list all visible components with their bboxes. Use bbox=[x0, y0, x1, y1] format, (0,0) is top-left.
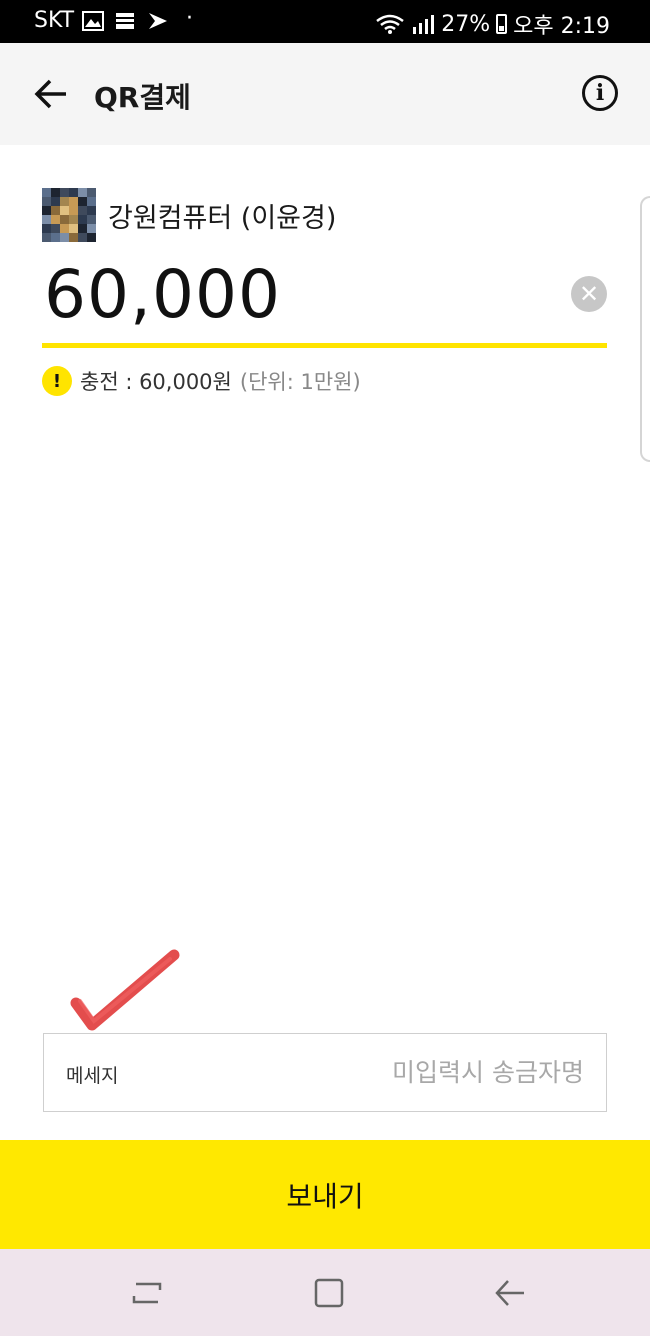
navigation-bar bbox=[0, 1249, 650, 1336]
recipient-name: 강원컴퓨터 (이윤경) bbox=[108, 202, 337, 234]
avatar-pixel bbox=[51, 197, 60, 206]
avatar-pixel bbox=[87, 188, 96, 197]
image-icon bbox=[82, 11, 104, 31]
home-icon bbox=[314, 1278, 344, 1308]
avatar bbox=[42, 188, 96, 242]
avatar-pixel bbox=[60, 206, 69, 215]
avatar-pixel bbox=[51, 206, 60, 215]
avatar-pixel bbox=[87, 233, 96, 242]
avatar-pixel bbox=[78, 215, 87, 224]
avatar-pixel bbox=[42, 224, 51, 233]
carrier-label: SKT bbox=[34, 8, 75, 33]
recent-apps-button[interactable] bbox=[125, 1271, 169, 1315]
avatar-pixel bbox=[51, 188, 60, 197]
charge-notice: ! 충전 : 60,000원 (단위: 1만원) bbox=[42, 366, 361, 396]
battery-percent: 27% bbox=[441, 11, 491, 37]
amount-value[interactable]: 60,000 bbox=[44, 256, 281, 333]
send-button[interactable]: 보내기 bbox=[0, 1140, 650, 1249]
back-icon bbox=[495, 1280, 524, 1306]
avatar-pixel bbox=[51, 233, 60, 242]
status-bar: SKT · 27% 오후 2:19 bbox=[0, 0, 650, 43]
avatar-pixel bbox=[60, 197, 69, 206]
avatar-pixel bbox=[51, 215, 60, 224]
avatar-pixel bbox=[87, 206, 96, 215]
avatar-pixel bbox=[60, 233, 69, 242]
avatar-pixel bbox=[78, 197, 87, 206]
avatar-pixel bbox=[42, 188, 51, 197]
avatar-pixel bbox=[69, 206, 78, 215]
avatar-pixel bbox=[42, 233, 51, 242]
charge-amount-text: 충전 : 60,000원 bbox=[80, 370, 232, 394]
avatar-pixel bbox=[87, 215, 96, 224]
clock: 오후 2:19 bbox=[513, 14, 610, 39]
page-title: QR결제 bbox=[94, 81, 191, 114]
recipient-row: 강원컴퓨터 (이윤경) bbox=[42, 188, 336, 242]
avatar-pixel bbox=[78, 206, 87, 215]
charge-unit-text: (단위: 1만원) bbox=[239, 370, 361, 394]
battery-icon bbox=[496, 14, 508, 34]
close-icon: ✕ bbox=[578, 280, 600, 308]
avatar-pixel bbox=[60, 224, 69, 233]
status-dot: · bbox=[186, 6, 193, 31]
system-back-button[interactable] bbox=[488, 1271, 532, 1315]
avatar-pixel bbox=[69, 197, 78, 206]
warning-icon: ! bbox=[42, 366, 72, 396]
back-button[interactable] bbox=[30, 73, 72, 115]
avatar-pixel bbox=[42, 215, 51, 224]
avatar-pixel bbox=[69, 233, 78, 242]
wifi-icon bbox=[376, 14, 404, 34]
avatar-pixel bbox=[78, 224, 87, 233]
message-field[interactable]: 메세지 bbox=[43, 1033, 607, 1112]
avatar-pixel bbox=[69, 188, 78, 197]
avatar-pixel bbox=[87, 224, 96, 233]
spreadsheet-icon bbox=[116, 13, 134, 29]
avatar-pixel bbox=[42, 206, 51, 215]
red-check-mark-icon bbox=[70, 949, 180, 1031]
info-icon: i bbox=[595, 80, 605, 106]
avatar-pixel bbox=[87, 197, 96, 206]
status-right-group: 27% 오후 2:19 bbox=[375, 8, 610, 40]
avatar-pixel bbox=[69, 215, 78, 224]
app-bar: QR결제 i bbox=[0, 43, 650, 145]
amount-field[interactable]: 60,000 ✕ bbox=[42, 250, 607, 348]
avatar-pixel bbox=[60, 188, 69, 197]
signal-icon bbox=[413, 15, 435, 34]
info-button[interactable]: i bbox=[582, 75, 618, 111]
recent-apps-icon bbox=[132, 1282, 162, 1304]
message-label: 메세지 bbox=[66, 1065, 119, 1087]
home-button[interactable] bbox=[306, 1271, 350, 1315]
avatar-pixel bbox=[78, 188, 87, 197]
clear-amount-button[interactable]: ✕ bbox=[571, 276, 607, 312]
avatar-pixel bbox=[42, 197, 51, 206]
arrow-left-icon bbox=[34, 79, 66, 109]
edge-panel-handle[interactable] bbox=[640, 196, 650, 462]
avatar-pixel bbox=[69, 224, 78, 233]
avatar-pixel bbox=[60, 215, 69, 224]
app-notification-icon bbox=[149, 13, 167, 29]
message-input[interactable] bbox=[264, 1052, 584, 1092]
avatar-pixel bbox=[78, 233, 87, 242]
avatar-pixel bbox=[51, 224, 60, 233]
